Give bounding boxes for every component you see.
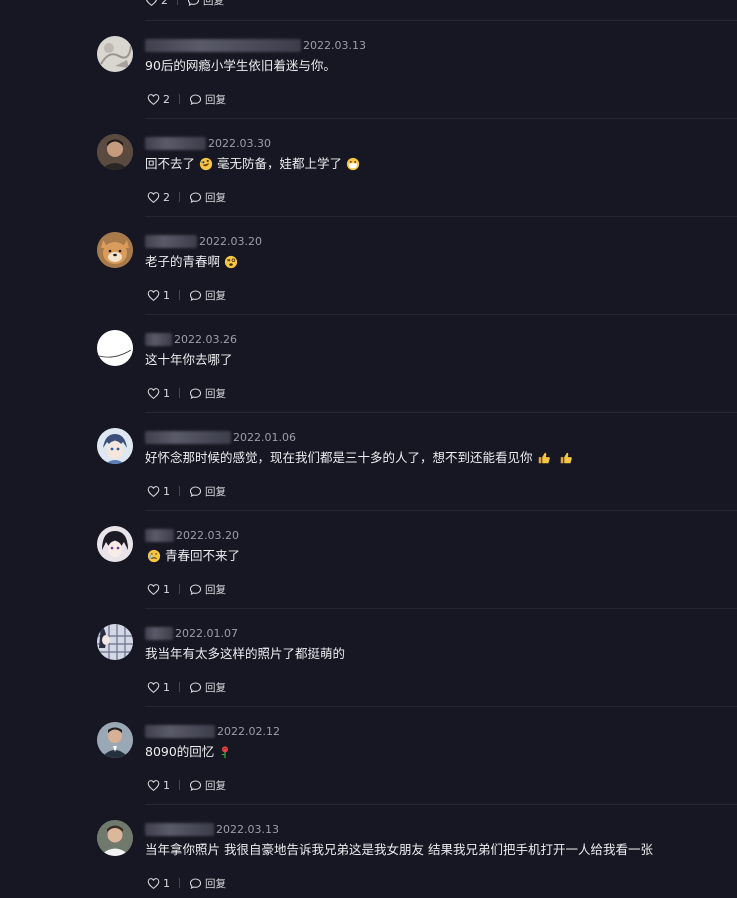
comment-date: 2022.03.20: [199, 234, 262, 248]
comment-divider: [145, 20, 737, 21]
avatar-anime-dark-icon: [97, 526, 133, 562]
comment-meta: 2022.03.13: [145, 36, 366, 54]
comment-meta: 2022.01.07: [145, 624, 238, 642]
comment-item: 2022.03.13 90后的网瘾小学生依旧着迷与你。 2 回复: [0, 0, 737, 106]
comment-text: 老子的青春啊: [145, 253, 242, 271]
rose-emoji-icon: [221, 746, 229, 759]
comment-item: 2022.01.07 我当年有太多这样的照片了都挺萌的 1 回复: [0, 588, 737, 694]
comment-text: 回不去了 毫无防备，娃都上学了: [145, 155, 364, 173]
comment-text-part: 毫无防备，娃都上学了: [217, 156, 343, 171]
comment-date: 2022.03.13: [216, 822, 279, 836]
like-button[interactable]: 1: [147, 877, 173, 890]
avatar-anime-blue-icon: [97, 428, 133, 464]
comment-meta: 2022.03.13: [145, 820, 279, 838]
rolling-laugh-emoji-icon: [199, 157, 213, 171]
comment-text-part: 回不去了: [145, 156, 196, 171]
comment-text: 青春回不来了: [145, 547, 240, 565]
username-redacted[interactable]: [145, 822, 214, 836]
thumbs-up-emoji-icon: [538, 452, 550, 464]
comment-date: 2022.03.30: [208, 136, 271, 150]
comment-divider: [145, 608, 737, 609]
comment-meta: 2022.03.26: [145, 330, 237, 348]
crying-face-emoji-icon: [147, 549, 161, 563]
username-redacted[interactable]: [145, 234, 197, 248]
avatar-man-portrait-icon: [97, 134, 133, 170]
comment-text: 8090的回忆: [145, 743, 236, 761]
comment-actions: 1 回复: [147, 875, 226, 891]
avatar[interactable]: [97, 36, 133, 72]
comment-divider: [145, 804, 737, 805]
comment-text: 90后的网瘾小学生依旧着迷与你。: [145, 58, 336, 73]
comment-item: 2022.03.13 当年拿你照片 我很自豪地告诉我兄弟这是我女朋友 结果我兄弟…: [0, 784, 737, 890]
avatar-shiba-dog-icon: [97, 232, 133, 268]
comment-date: 2022.03.13: [303, 38, 366, 52]
avatar-man-casual-icon: [97, 820, 133, 856]
avatar-anime-grid-icon: [97, 624, 133, 660]
avatar[interactable]: [97, 820, 133, 856]
comment-date: 2022.03.26: [174, 332, 237, 346]
avatar[interactable]: [97, 624, 133, 660]
comment-meta: 2022.02.12: [145, 722, 280, 740]
comment-divider: [145, 216, 737, 217]
avatar-man-suit-icon: [97, 722, 133, 758]
comment-item: 2022.03.30 回不去了 毫无防备，娃都上学了 2 回复: [0, 98, 737, 204]
comment-divider: [145, 412, 737, 413]
comment-feed: 2 回复 2022.03.13 90后的网瘾小学生依旧着迷与你。 2 回复 20…: [0, 0, 737, 898]
action-separator: [179, 878, 180, 888]
username-redacted[interactable]: [145, 626, 173, 640]
comment-text: 当年拿你照片 我很自豪地告诉我兄弟这是我女朋友 结果我兄弟们把手机打开一人给我看…: [145, 842, 653, 857]
comment-divider: [145, 314, 737, 315]
comment-text-part: 老子的青春啊: [145, 254, 221, 269]
username-redacted[interactable]: [145, 38, 301, 52]
comment-text: 我当年有太多这样的照片了都挺萌的: [145, 646, 346, 661]
comment-date: 2022.01.06: [233, 430, 296, 444]
comment-date: 2022.03.20: [176, 528, 239, 542]
comment-divider: [145, 706, 737, 707]
comment-meta: 2022.03.20: [145, 232, 262, 250]
reply-label: 回复: [205, 877, 226, 890]
avatar-light-sketch-icon: [97, 36, 133, 72]
avatar[interactable]: [97, 722, 133, 758]
heart-icon: [147, 877, 160, 889]
avatar-white-circle-icon: [97, 330, 133, 366]
username-redacted[interactable]: [145, 136, 206, 150]
comment-text-part: 8090的回忆: [145, 744, 215, 759]
comment-text: 好怀念那时候的感觉，现在我们都是三十多的人了，想不到还能看见你: [145, 449, 577, 467]
comment-item: 2022.03.26 这十年你去哪了 1 回复: [0, 294, 737, 400]
comment-item: 2022.02.12 8090的回忆 1 回复: [0, 686, 737, 792]
avatar[interactable]: [97, 526, 133, 562]
comment-meta: 2022.01.06: [145, 428, 296, 446]
avatar[interactable]: [97, 428, 133, 464]
username-redacted[interactable]: [145, 430, 231, 444]
comment-item: 2022.01.06 好怀念那时候的感觉，现在我们都是三十多的人了，想不到还能看…: [0, 392, 737, 498]
avatar[interactable]: [97, 330, 133, 366]
avatar[interactable]: [97, 134, 133, 170]
comment-divider: [145, 118, 737, 119]
thumbs-up-emoji-icon: [560, 452, 572, 464]
dizzy-face-emoji-icon: [224, 255, 238, 269]
avatar[interactable]: [97, 232, 133, 268]
username-redacted[interactable]: [145, 528, 174, 542]
like-count: 1: [163, 876, 170, 890]
username-redacted[interactable]: [145, 724, 215, 738]
masked-face-emoji-icon: [346, 157, 360, 171]
username-redacted[interactable]: [145, 332, 172, 346]
comment-text-part: 青春回不来了: [165, 548, 241, 563]
comment-meta: 2022.03.30: [145, 134, 271, 152]
comment-divider: [145, 510, 737, 511]
comment-text: 这十年你去哪了: [145, 352, 233, 367]
comment-item: 2022.03.20 青春回不来了 1 回复: [0, 490, 737, 596]
comment-text-part: 好怀念那时候的感觉，现在我们都是三十多的人了，想不到还能看见你: [145, 450, 533, 465]
comment-bubble-icon: [189, 878, 202, 889]
comment-meta: 2022.03.20: [145, 526, 239, 544]
comment-date: 2022.02.12: [217, 724, 280, 738]
comment-date: 2022.01.07: [175, 626, 238, 640]
comment-item: 2022.03.20 老子的青春啊 1 回复: [0, 196, 737, 302]
reply-button[interactable]: 回复: [189, 876, 226, 891]
